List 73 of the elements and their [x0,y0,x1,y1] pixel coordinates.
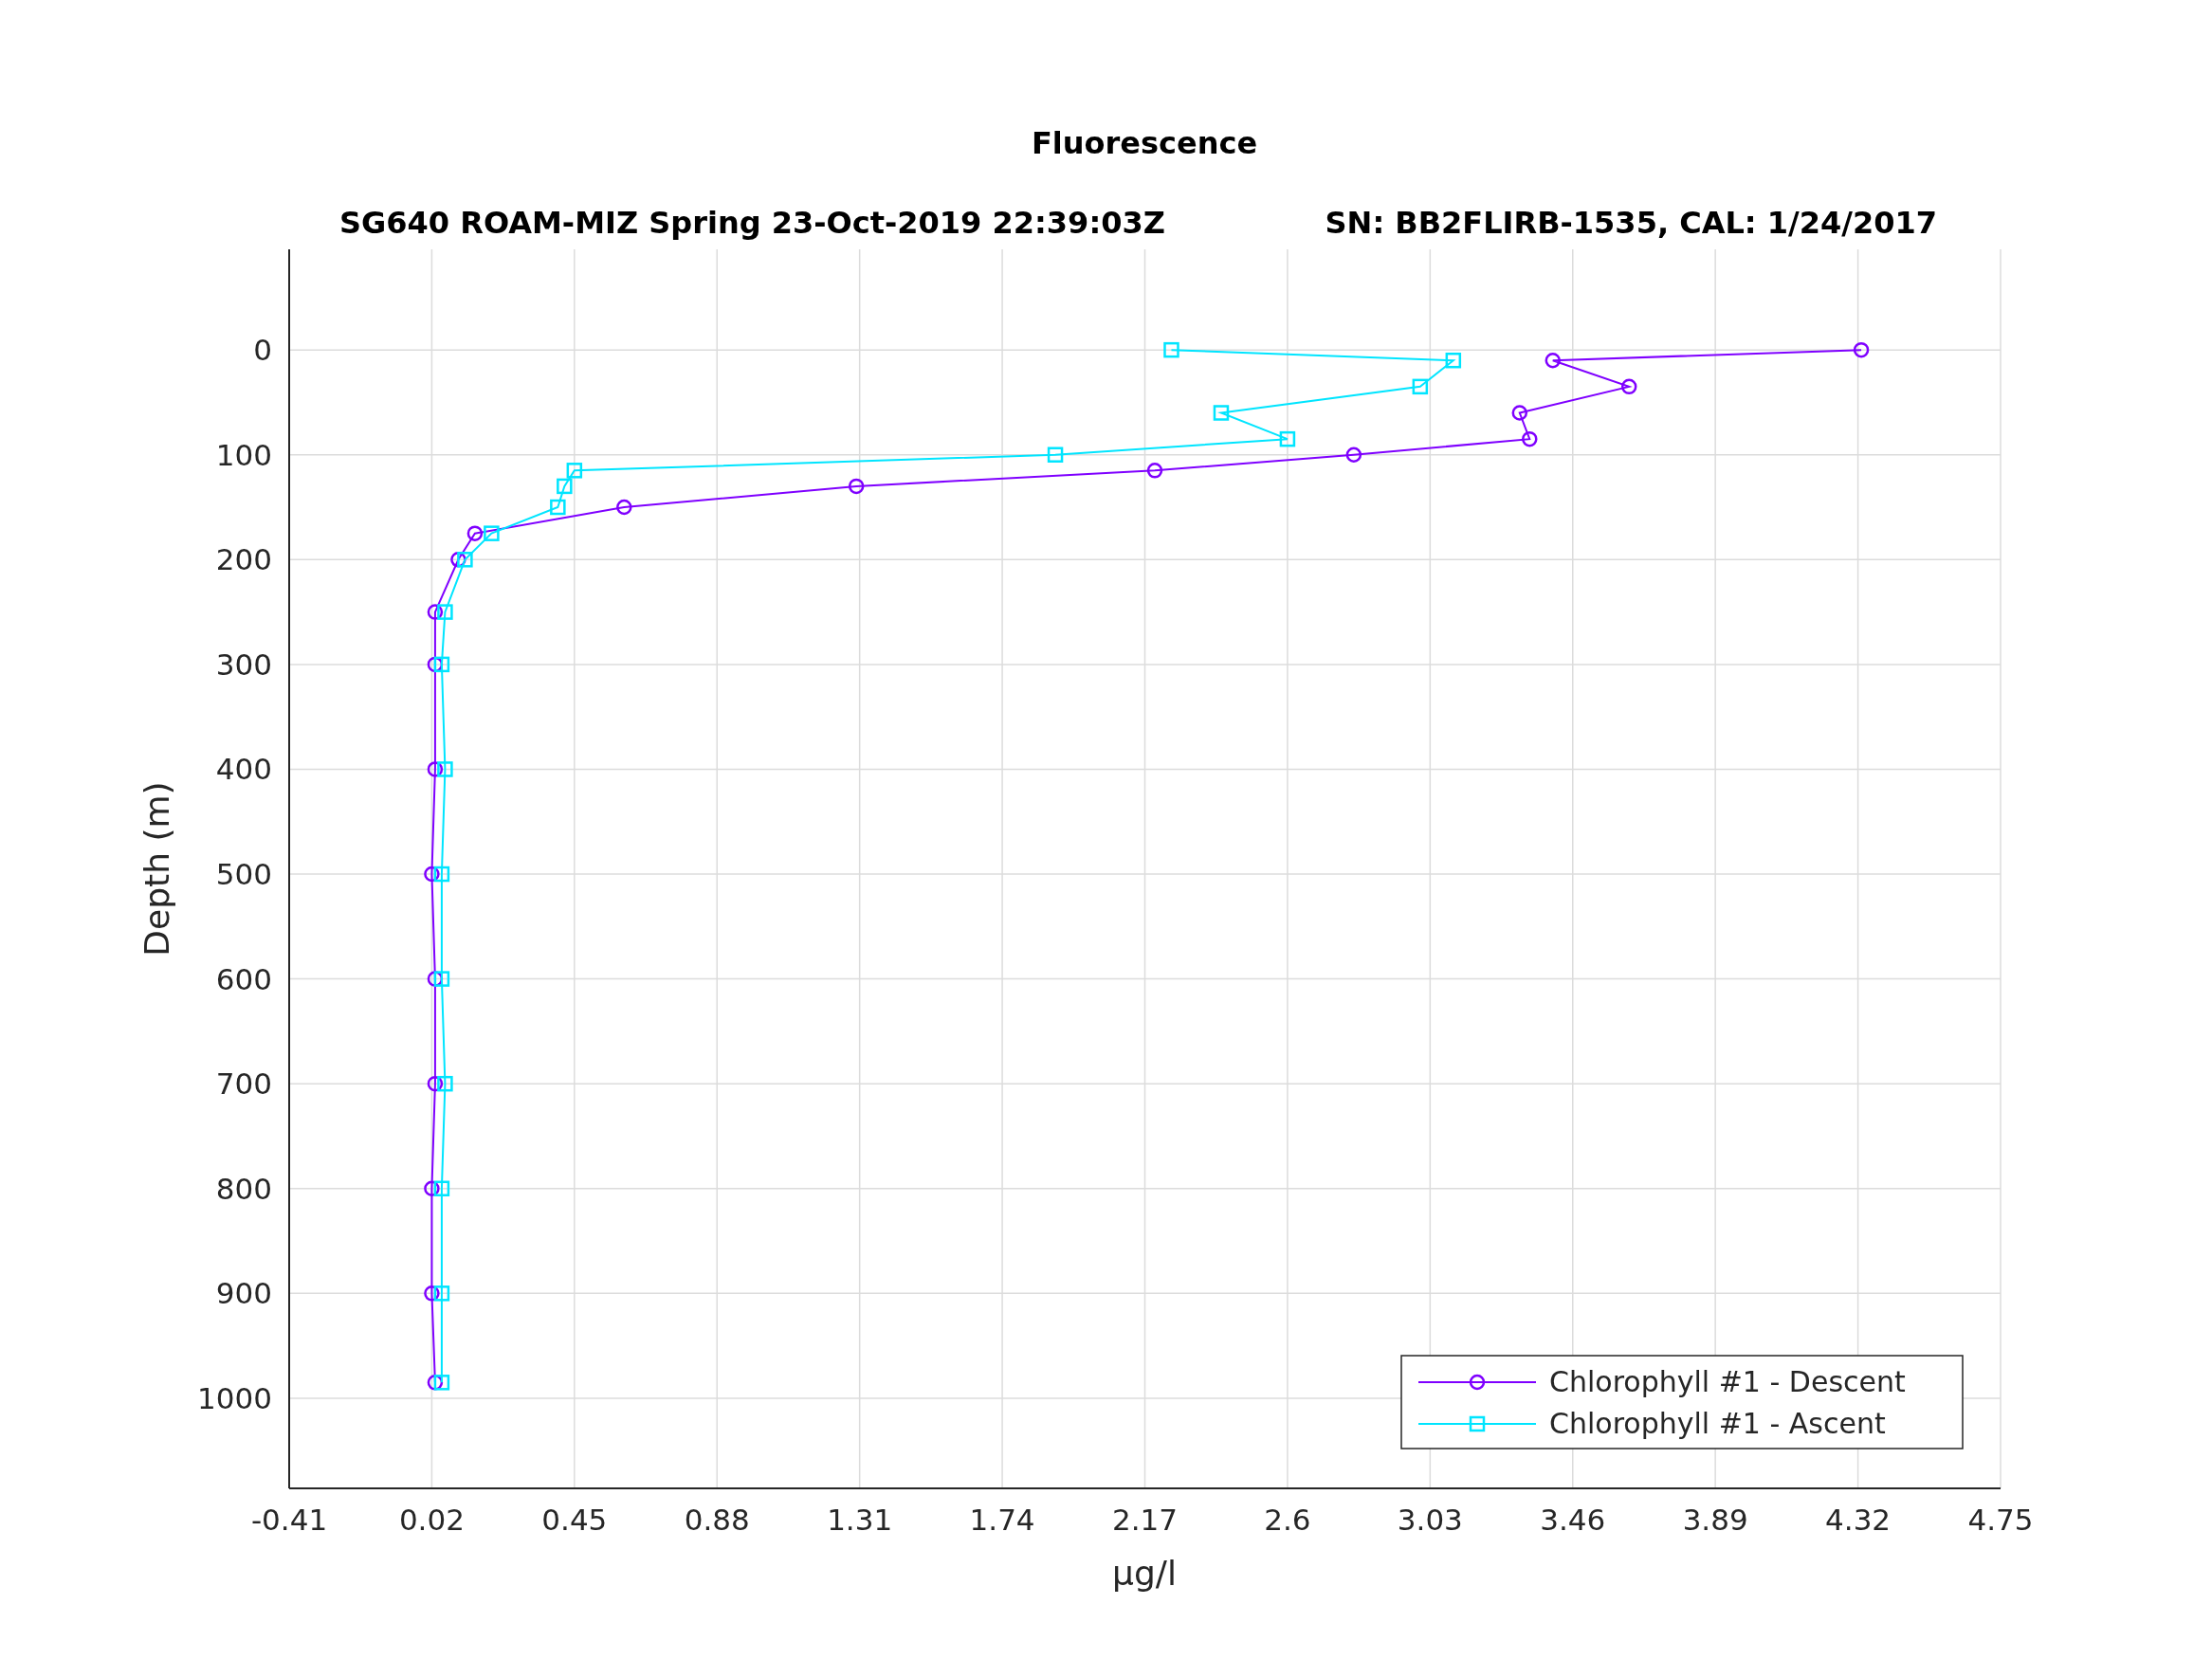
y-tick-label: 200 [215,542,272,577]
y-tick-label: 600 [215,961,272,996]
data-marker [1412,378,1429,395]
data-marker [1522,430,1538,447]
chart-subtitle: SG640 ROAM-MIZ Spring 23-Oct-2019 22:39:03Z [339,205,1165,241]
x-axis-label: μg/l [1112,1554,1177,1593]
data-marker [1445,352,1462,369]
data-marker [424,1180,440,1196]
x-tick-label: 0.02 [398,1503,465,1537]
y-axis-label: Depth (m) [137,781,176,957]
data-marker [1620,378,1637,395]
x-tick-label: 1.31 [827,1503,893,1537]
data-marker [427,1075,444,1092]
x-tick-label: 2.6 [1264,1503,1311,1537]
data-marker [427,1375,444,1391]
data-marker [1047,447,1064,463]
y-tick-label: 0 [253,333,272,368]
data-marker [437,604,453,620]
data-marker [433,1375,450,1391]
data-marker [466,525,484,541]
x-tick-label: 0.88 [684,1503,750,1537]
data-marker [424,866,440,883]
legend-label: Chlorophyll #1 - Ascent [1549,1407,1886,1440]
data-marker [437,761,453,777]
y-tick-label: 100 [215,437,272,472]
x-tick-label: 2.17 [1112,1503,1178,1537]
y-tick-label: 900 [215,1276,272,1311]
data-marker [1146,463,1163,479]
data-marker [1545,352,1561,369]
data-marker [550,499,566,516]
x-tick-label: 3.46 [1540,1503,1606,1537]
chart-subtitle: SN: BB2FLIRB-1535, CAL: 1/24/2017 [1325,205,1937,241]
data-marker [424,1285,440,1302]
data-marker [616,499,632,516]
legend-marker [1469,1415,1486,1432]
x-tick-label: -0.41 [250,1503,328,1537]
data-marker [427,761,444,777]
x-tick-label: 0.45 [541,1503,608,1537]
data-marker [566,463,583,479]
data-marker [427,656,444,673]
data-marker [1163,341,1179,358]
legend-marker [1469,1374,1486,1391]
x-tick-label: 3.03 [1397,1503,1463,1537]
x-tick-label: 4.75 [1967,1503,2034,1537]
data-marker [450,552,466,568]
data-marker [1213,405,1230,421]
y-tick-label: 500 [215,857,272,892]
data-marker [457,552,473,568]
data-marker [557,478,573,495]
x-tick-label: 4.32 [1825,1503,1892,1537]
data-marker [1279,430,1296,447]
y-tick-label: 700 [215,1066,272,1102]
y-tick-label: 1000 [197,1380,272,1415]
data-marker [433,1285,450,1302]
data-marker [433,866,450,883]
data-marker [1511,405,1528,421]
data-marker [848,478,865,495]
y-tick-label: 800 [215,1171,272,1206]
x-tick-label: 1.74 [969,1503,1035,1537]
data-marker [433,1180,450,1196]
data-marker [1853,341,1870,358]
data-marker [1345,447,1362,463]
data-marker [433,971,450,987]
y-tick-label: 400 [215,752,272,787]
chart-title: Fluorescence [1031,125,1258,161]
data-marker [427,604,444,620]
legend-label: Chlorophyll #1 - Descent [1549,1365,1906,1398]
data-marker [484,525,500,541]
data-marker [437,1075,453,1092]
data-marker [427,971,444,987]
x-tick-label: 3.89 [1682,1503,1748,1537]
data-marker [433,656,450,673]
y-tick-label: 300 [215,647,272,682]
